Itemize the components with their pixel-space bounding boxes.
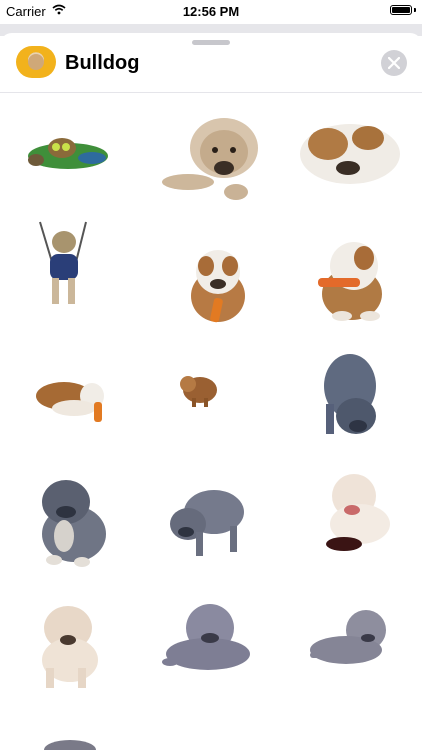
small-brown-puppy-sticker[interactable] bbox=[178, 368, 220, 408]
bulldog-puppy-with-toy-sticker[interactable] bbox=[312, 238, 384, 322]
bulldog-app-icon bbox=[16, 46, 56, 78]
brown-white-bulldog-sleeping-sticker[interactable] bbox=[298, 116, 402, 188]
blue-bulldog-sitting-sticker[interactable] bbox=[36, 474, 110, 567]
bulldog-lying-with-carrot-sticker[interactable] bbox=[34, 374, 106, 426]
battery-tip bbox=[414, 8, 416, 12]
sheet-header: Bulldog bbox=[0, 33, 422, 93]
close-icon bbox=[388, 57, 400, 69]
clock: 12:56 PM bbox=[182, 4, 240, 19]
status-bar: Carrier 12:56 PM bbox=[0, 0, 422, 24]
close-button[interactable] bbox=[381, 50, 407, 76]
battery-icon bbox=[390, 5, 412, 15]
bulldog-puppy-with-carrot-sticker[interactable] bbox=[188, 244, 248, 324]
cream-wrinkly-puppy-sticker[interactable] bbox=[34, 602, 104, 690]
gray-wrinkly-puppy-lying-sticker[interactable] bbox=[306, 606, 392, 672]
blue-bulldog-walking-sticker[interactable] bbox=[166, 480, 246, 558]
gray-wrinkly-dog-lying-sticker[interactable] bbox=[162, 598, 254, 674]
bulldog-in-green-shirt-sticker[interactable] bbox=[22, 128, 114, 180]
white-bulldog-puppy-sticker[interactable] bbox=[320, 468, 396, 554]
page-title: Bulldog bbox=[65, 52, 140, 74]
partially-visible-sticker[interactable] bbox=[42, 738, 98, 750]
fawn-bulldog-lying-sticker[interactable] bbox=[158, 110, 264, 204]
bulldog-in-swing-harness-sticker[interactable] bbox=[34, 221, 92, 308]
blue-bulldog-standing-sticker[interactable] bbox=[318, 350, 380, 438]
